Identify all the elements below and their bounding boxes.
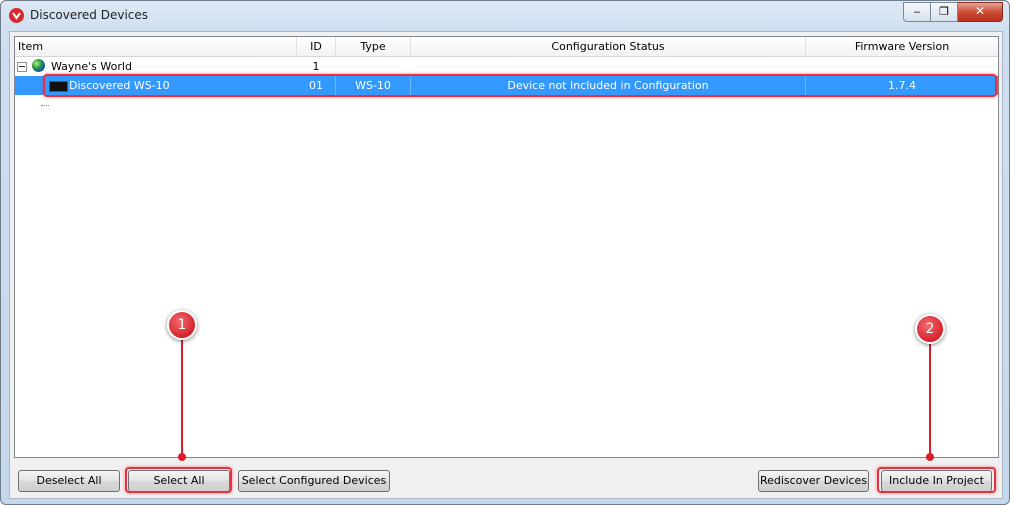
client-area: Item ID Type Configuration Status Firmwa…	[9, 31, 1003, 499]
callout-dot-1	[178, 453, 186, 461]
column-header-configuration-status[interactable]: Configuration Status	[411, 37, 806, 56]
maximize-button[interactable]: ❐	[931, 2, 958, 22]
discovered-devices-window: Discovered Devices ‒ ❐ ✕ Item ID Type Co…	[0, 0, 1010, 505]
minimize-button[interactable]: ‒	[903, 2, 931, 22]
column-header: Item ID Type Configuration Status Firmwa…	[15, 37, 998, 57]
caption-buttons: ‒ ❐ ✕	[903, 2, 1003, 22]
callout-line-1	[181, 337, 183, 456]
column-header-firmware-version[interactable]: Firmware Version	[806, 37, 998, 56]
globe-icon	[32, 59, 45, 72]
select-configured-devices-button[interactable]: Select Configured Devices	[238, 470, 390, 492]
device-tree-list[interactable]: Item ID Type Configuration Status Firmwa…	[14, 36, 999, 458]
maximize-icon: ❐	[939, 5, 949, 18]
minimize-icon: ‒	[913, 5, 921, 18]
collapse-icon[interactable]	[17, 62, 27, 72]
select-all-highlight	[125, 467, 232, 493]
column-header-type[interactable]: Type	[336, 37, 411, 56]
selected-row-highlight	[43, 74, 997, 97]
callout-marker-1: 1	[167, 310, 197, 340]
close-icon: ✕	[974, 4, 986, 18]
app-logo-icon	[9, 8, 24, 23]
callout-line-2	[929, 342, 931, 457]
callout-marker-2: 2	[915, 314, 945, 344]
column-header-item[interactable]: Item	[15, 37, 297, 56]
window-title: Discovered Devices	[30, 8, 149, 22]
include-in-project-highlight	[877, 467, 996, 493]
title-bar: Discovered Devices ‒ ❐ ✕	[1, 1, 1009, 29]
rediscover-devices-button[interactable]: Rediscover Devices	[758, 470, 869, 492]
tree-connector-branch	[41, 105, 49, 107]
column-header-id[interactable]: ID	[297, 37, 336, 56]
callout-dot-2	[926, 453, 934, 461]
close-button[interactable]: ✕	[958, 2, 1003, 22]
deselect-all-button[interactable]: Deselect All	[18, 470, 120, 492]
